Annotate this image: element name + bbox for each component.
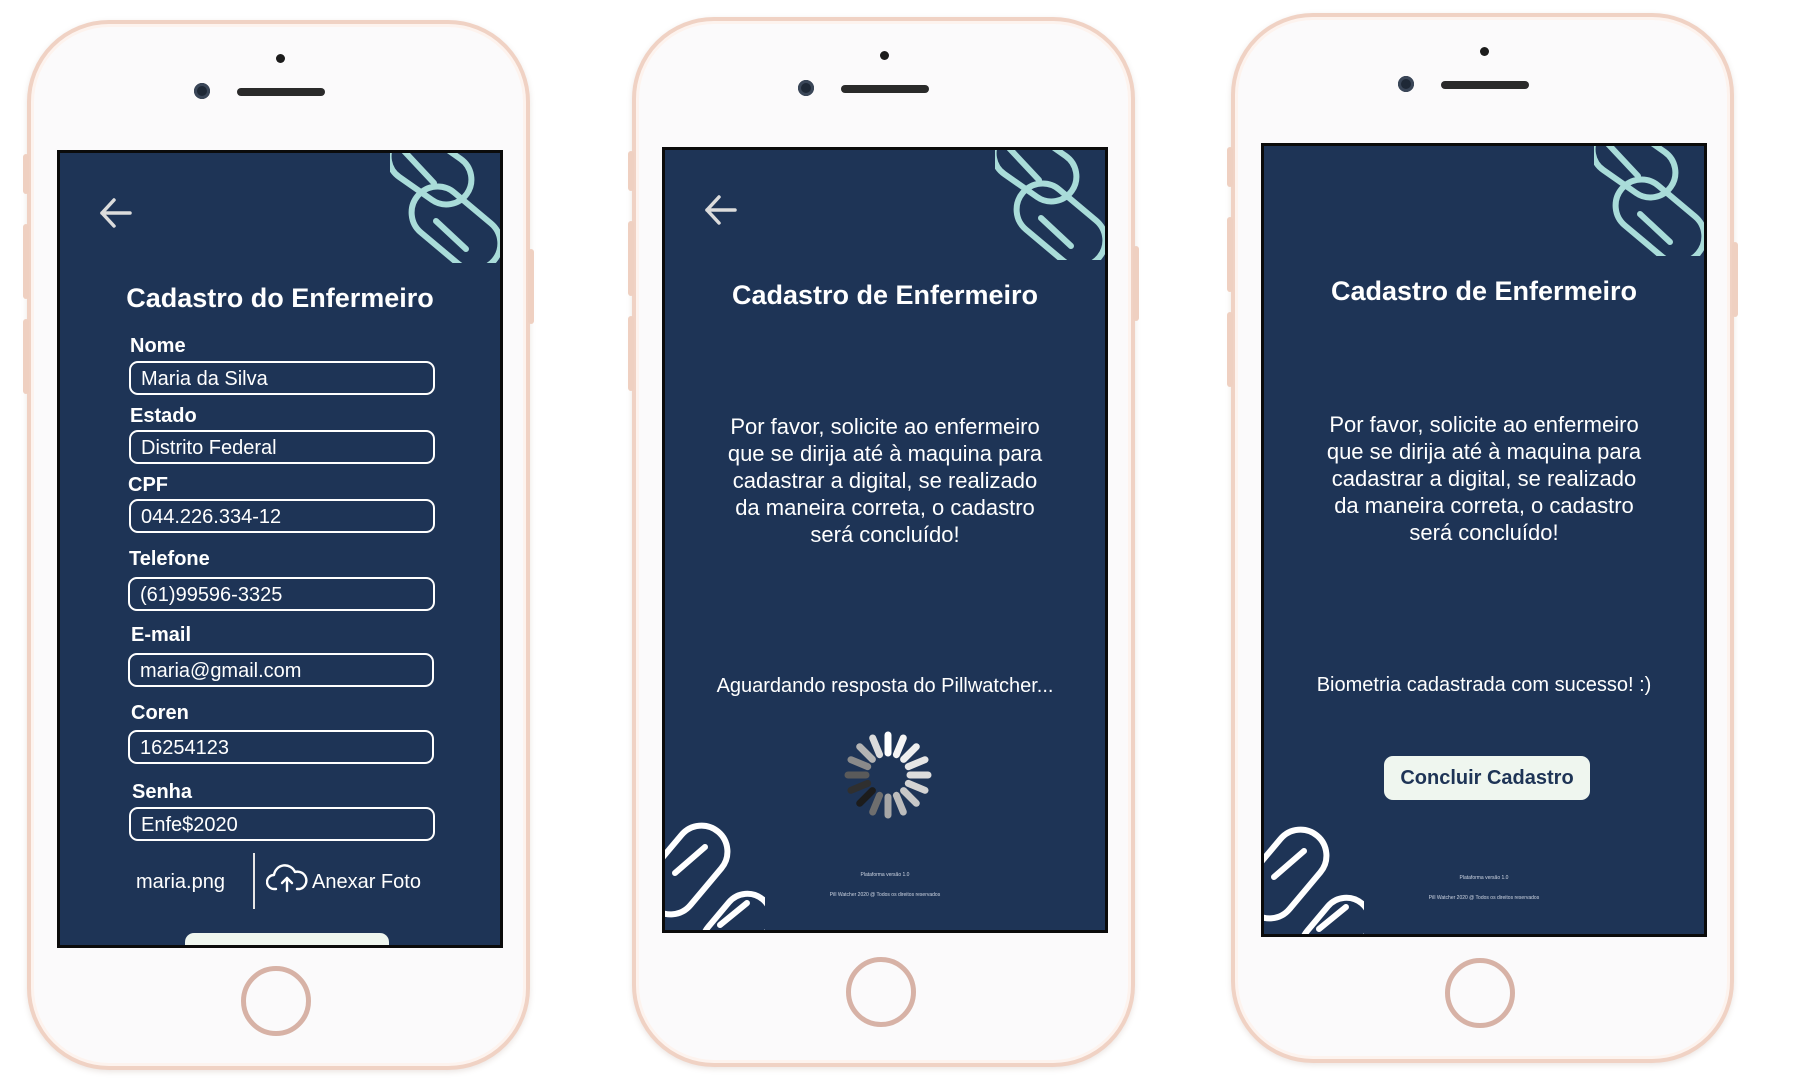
side-button — [23, 154, 29, 194]
side-button — [1133, 246, 1139, 321]
earpiece-speaker — [1441, 81, 1529, 89]
pill-decoration-icon — [1594, 146, 1704, 256]
telefone-field[interactable]: (61)99596-3325 — [128, 577, 435, 611]
concluir-cadastro-button[interactable]: Concluir Cadastro — [1384, 756, 1590, 800]
side-button — [628, 221, 634, 296]
home-button[interactable] — [846, 957, 916, 1027]
side-button — [23, 224, 29, 299]
phone-frame-waiting: Cadastro de Enfermeiro Por favor, solici… — [628, 17, 1139, 1067]
field-label-senha: Senha — [132, 781, 193, 803]
footer-rights: Pill Watcher 2020 @ Todos os direitos re… — [829, 892, 941, 898]
instruction-line: que se dirija até à maquina para — [727, 441, 1043, 466]
attach-photo-button[interactable]: Anexar Foto — [266, 863, 436, 897]
arrow-left-icon[interactable] — [96, 193, 136, 233]
page-title: Cadastro do Enfermeiro — [126, 283, 434, 313]
earpiece-speaker — [237, 88, 325, 96]
screen: Cadastro de Enfermeiro Por favor, solici… — [662, 147, 1108, 933]
instruction-line: será concluído! — [810, 522, 960, 547]
page-title: Cadastro de Enfermeiro — [1330, 276, 1638, 306]
pill-decoration-icon — [390, 153, 500, 263]
footer-rights: Pill Watcher 2020 @ Todos os direitos re… — [1428, 895, 1540, 901]
divider — [253, 853, 255, 909]
earpiece-speaker — [841, 85, 929, 93]
side-button — [628, 151, 634, 191]
side-button — [628, 316, 634, 391]
field-label-telefone: Telefone — [129, 548, 210, 570]
instruction-message: Por favor, solicite ao enfermeiro que se… — [1264, 411, 1704, 546]
home-button[interactable] — [1445, 958, 1515, 1028]
footer-version: Plataforma versão 1.0 — [1459, 875, 1509, 881]
cpf-field[interactable]: 044.226.334-12 — [129, 499, 435, 533]
home-button[interactable] — [241, 966, 311, 1036]
front-camera — [1398, 76, 1414, 92]
instruction-line: da maneira correta, o cadastro — [735, 495, 1035, 520]
side-button — [23, 319, 29, 394]
front-sensor — [880, 51, 889, 60]
senha-field[interactable]: Enfe$2020 — [129, 807, 435, 841]
success-message: Biometria cadastrada com sucesso! :) — [1316, 674, 1652, 696]
status-message: Aguardando resposta do Pillwatcher... — [716, 675, 1054, 697]
front-sensor — [276, 54, 285, 63]
side-button — [1732, 242, 1738, 317]
instruction-line: que se dirija até à maquina para — [1326, 439, 1642, 464]
front-camera — [194, 83, 210, 99]
nome-field[interactable]: Maria da Silva — [129, 361, 435, 395]
field-label-email: E-mail — [131, 624, 192, 646]
screen: Cadastro do Enfermeiro Nome Maria da Sil… — [57, 150, 503, 948]
photo-filename: maria.png — [136, 871, 225, 893]
field-label-estado: Estado — [130, 405, 197, 427]
pill-decoration-icon — [995, 150, 1105, 260]
loading-spinner-icon — [844, 731, 932, 819]
side-button — [1227, 217, 1233, 292]
side-button — [1227, 312, 1233, 387]
field-label-coren: Coren — [131, 702, 189, 724]
phone-frame-registration-form: Cadastro do Enfermeiro Nome Maria da Sil… — [23, 20, 534, 1070]
coren-field[interactable]: 16254123 — [128, 730, 434, 764]
cloud-upload-icon — [266, 864, 308, 893]
footer-version: Plataforma versão 1.0 — [860, 872, 910, 878]
front-sensor — [1480, 47, 1489, 56]
instruction-line: Por favor, solicite ao enfermeiro — [730, 414, 1040, 439]
arrow-left-icon[interactable] — [701, 190, 741, 230]
email-field[interactable]: maria@gmail.com — [128, 653, 434, 687]
instruction-line: da maneira correta, o cadastro — [1334, 493, 1634, 518]
attach-photo-label: Anexar Foto — [312, 871, 421, 893]
instruction-line: Por favor, solicite ao enfermeiro — [1329, 412, 1639, 437]
instruction-line: será concluído! — [1409, 520, 1559, 545]
field-label-cpf: CPF — [128, 474, 168, 496]
side-button — [528, 249, 534, 324]
front-camera — [798, 80, 814, 96]
instruction-message: Por favor, solicite ao enfermeiro que se… — [665, 413, 1105, 548]
page-title: Cadastro de Enfermeiro — [731, 280, 1039, 310]
field-label-nome: Nome — [130, 335, 186, 357]
instruction-line: cadastrar a digital, se realizado — [1331, 466, 1637, 491]
phone-frame-success: Cadastro de Enfermeiro Por favor, solici… — [1227, 13, 1738, 1063]
estado-field[interactable]: Distrito Federal — [129, 430, 435, 464]
screen: Cadastro de Enfermeiro Por favor, solici… — [1261, 143, 1707, 937]
submit-button-partial[interactable] — [185, 933, 389, 945]
side-button — [1227, 147, 1233, 187]
instruction-line: cadastrar a digital, se realizado — [732, 468, 1038, 493]
